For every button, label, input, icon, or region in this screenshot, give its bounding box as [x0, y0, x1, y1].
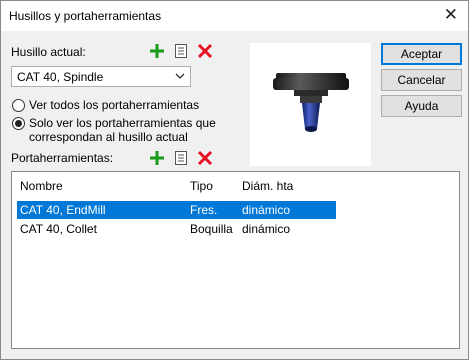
table-row[interactable]: CAT 40, EndMill Fres. dinámico [17, 201, 336, 219]
spindle-select[interactable]: CAT 40, Spindle [11, 66, 191, 87]
row-type: Boquilla [190, 222, 233, 236]
row-name: CAT 40, EndMill [20, 203, 106, 217]
delete-holder-icon[interactable] [197, 150, 213, 166]
column-header-name[interactable]: Nombre [20, 179, 63, 193]
edit-spindle-list-icon[interactable] [173, 43, 189, 59]
column-header-type[interactable]: Tipo [190, 179, 213, 193]
tool-holder-preview [250, 43, 371, 166]
radio-show-matching[interactable] [12, 117, 25, 130]
column-header-diameter[interactable]: Diám. hta [242, 179, 293, 193]
close-icon[interactable]: ✕ [444, 6, 458, 24]
radio-show-matching-label-line1: Solo ver los portaherramientas que [29, 116, 216, 130]
help-button[interactable]: Ayuda [381, 95, 462, 117]
radio-show-all[interactable] [12, 99, 25, 112]
cancel-button[interactable]: Cancelar [381, 69, 462, 91]
add-spindle-plus-icon[interactable] [149, 43, 165, 59]
edit-holder-list-icon[interactable] [173, 150, 189, 166]
row-type: Fres. [190, 203, 218, 217]
table-row[interactable]: CAT 40, Collet Boquilla dinámico [17, 220, 336, 238]
add-holder-plus-icon[interactable] [149, 150, 165, 166]
ok-button[interactable]: Aceptar [381, 43, 462, 65]
dialog-window: Husillos y portaherramientas ✕ Husillo a… [0, 0, 469, 360]
title-bar: Husillos y portaherramientas ✕ [1, 1, 468, 31]
dialog-title: Husillos y portaherramientas [9, 9, 162, 23]
holders-list[interactable]: Nombre Tipo Diám. hta CAT 40, EndMill Fr… [11, 171, 460, 349]
chevron-down-icon [175, 73, 185, 79]
delete-spindle-icon[interactable] [197, 43, 213, 59]
row-diameter: dinámico [242, 203, 291, 217]
radio-show-all-label: Ver todos los portaherramientas [29, 98, 200, 112]
row-name: CAT 40, Collet [20, 222, 97, 236]
tool-holder-image [273, 73, 349, 132]
radio-show-matching-label-line2: correspondan al husillo actual [29, 130, 188, 144]
spindle-label: Husillo actual: [11, 45, 86, 59]
spindle-select-value: CAT 40, Spindle [17, 70, 104, 84]
holders-label: Portaherramientas: [11, 151, 114, 165]
row-diameter: dinámico [242, 222, 291, 236]
